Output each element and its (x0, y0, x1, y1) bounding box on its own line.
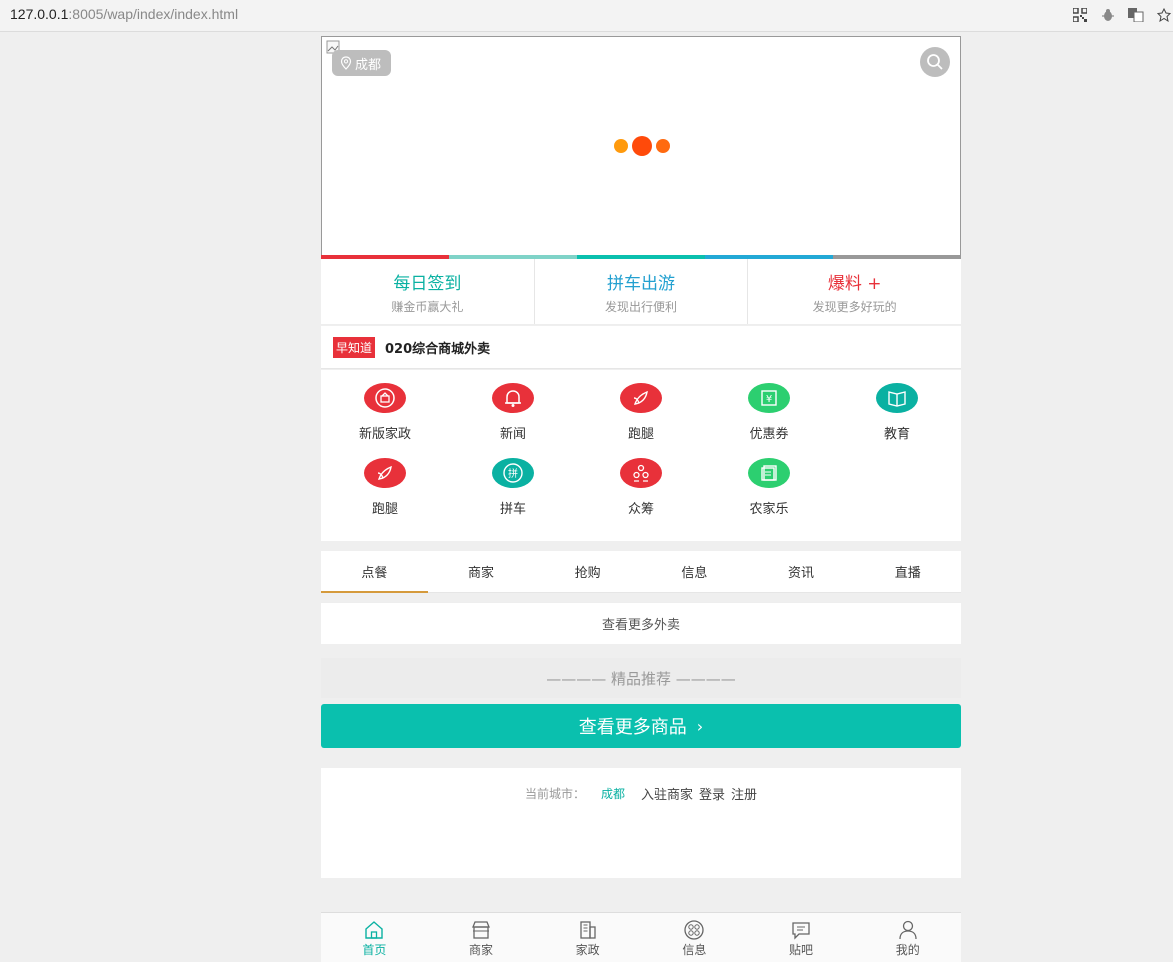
search-button[interactable] (920, 47, 950, 77)
shop-icon (472, 921, 490, 939)
grid-item-label: 优惠券 (749, 427, 789, 442)
grid-item-errand[interactable]: 跑腿 (577, 370, 705, 442)
grid-item-label: 众筹 (627, 502, 654, 517)
chat-icon (792, 922, 810, 940)
housekeeping-icon (364, 383, 406, 413)
nav-profile[interactable]: 我的 (854, 913, 961, 962)
current-city-link[interactable]: 成都 (601, 785, 625, 802)
loader-dot (632, 136, 652, 156)
url-field[interactable]: 127.0.0.1:8005/wap/index/index.html (10, 6, 238, 22)
nav-label: 贴吧 (789, 943, 814, 957)
coupon-icon: ¥ (748, 383, 790, 413)
leaf-icon (620, 383, 662, 413)
translate-icon[interactable] (1127, 6, 1145, 24)
grid-item-coupon[interactable]: ¥ 优惠券 (705, 370, 833, 442)
banner-slider[interactable]: 成都 (321, 36, 961, 256)
grid-item-label: 教育 (883, 427, 910, 442)
more-goods-label: 查看更多商品 (578, 717, 687, 738)
tab-news[interactable]: 资讯 (748, 551, 855, 592)
grid-item-label: 新闻 (499, 427, 526, 442)
quick-link-checkin[interactable]: 每日签到 赚金币赢大礼 (321, 259, 535, 324)
chevron-right-icon: › (696, 716, 704, 736)
book-icon (876, 383, 918, 413)
grid-item-label: 跑腿 (627, 427, 654, 442)
quick-link-subtitle: 赚金币赢大礼 (391, 299, 464, 314)
grid-item-label: 新版家政 (358, 427, 411, 442)
loader-dot (656, 139, 670, 153)
bell-icon (492, 383, 534, 413)
leaf-icon (364, 458, 406, 488)
tab-merchants[interactable]: 商家 (428, 551, 535, 592)
building-icon (580, 921, 596, 939)
footer-info: 当前城市： 成都 入驻商家 登录 注册 (321, 768, 961, 878)
svg-text:拼: 拼 (508, 467, 518, 480)
tab-flash-sale[interactable]: 抢购 (534, 551, 641, 592)
bottom-nav: 首页 商家 家政 信息 贴吧 我的 (321, 912, 961, 962)
current-city-label: 当前城市： (524, 787, 585, 801)
svg-text:¥: ¥ (766, 394, 772, 405)
tab-order-food[interactable]: 点餐 (321, 551, 428, 593)
city-selector[interactable]: 成都 (332, 50, 392, 76)
star-bookmark-icon[interactable] (1155, 6, 1173, 24)
quick-link-subtitle: 发现出行便利 (605, 299, 678, 314)
nav-info[interactable]: 信息 (641, 913, 748, 962)
grid-item-carpool[interactable]: 拼 拼车 (449, 445, 577, 517)
quick-links: 每日签到 赚金币赢大礼 拼车出游 发现出行便利 爆料 + 发现更多好玩的 (321, 259, 961, 325)
url-host: 127.0.0.1 (10, 6, 69, 22)
user-icon (899, 920, 917, 940)
nav-housekeeping[interactable]: 家政 (534, 913, 641, 962)
grid-item-news[interactable]: 新闻 (449, 370, 577, 442)
quick-link-report[interactable]: 爆料 + 发现更多好玩的 (748, 259, 961, 324)
grid-item-errand-2[interactable]: 跑腿 (321, 445, 449, 517)
location-pin-icon (340, 56, 352, 70)
home-icon (365, 921, 384, 939)
grid-item-education[interactable]: 教育 (833, 370, 961, 442)
news-ticker[interactable]: 早知道 020综合商城外卖 (321, 326, 961, 369)
farm-icon (748, 458, 790, 488)
quick-link-carpool[interactable]: 拼车出游 发现出行便利 (535, 259, 749, 324)
crowdfund-icon (620, 458, 662, 488)
recommend-heading: ———— 精品推荐 ———— (321, 658, 961, 698)
more-goods-button[interactable]: 查看更多商品 › (321, 704, 961, 748)
nav-label: 首页 (362, 943, 387, 957)
loader-dot (614, 139, 628, 153)
register-link[interactable]: 注册 (731, 784, 757, 803)
nav-label: 商家 (469, 943, 494, 957)
content-tabs: 点餐 商家 抢购 信息 资讯 直播 (321, 551, 961, 593)
quick-link-title: 爆料 + (827, 273, 882, 294)
carpool-icon: 拼 (492, 458, 534, 488)
loading-indicator (614, 136, 670, 156)
grid-item-crowdfund[interactable]: 众筹 (577, 445, 705, 517)
tab-info[interactable]: 信息 (641, 551, 748, 592)
qr-code-icon[interactable] (1071, 6, 1089, 24)
nav-label: 我的 (895, 943, 920, 957)
nav-label: 家政 (575, 943, 600, 957)
info-icon (684, 920, 704, 940)
mobile-page: 成都 每日签到 赚金币赢大礼 拼车出游 发现出行便利 爆料 + 发现更多好玩的 … (321, 36, 961, 962)
grid-item-housekeeping-new[interactable]: 新版家政 (321, 370, 449, 442)
quick-link-title: 每日签到 (393, 273, 462, 294)
more-takeout-link[interactable]: 查看更多外卖 (321, 602, 961, 644)
grid-item-label: 跑腿 (371, 502, 398, 517)
login-link[interactable]: 登录 (699, 784, 725, 803)
nav-forum[interactable]: 贴吧 (748, 913, 855, 962)
bug-icon[interactable] (1099, 6, 1117, 24)
grid-item-farm[interactable]: 农家乐 (705, 445, 833, 517)
grid-item-label: 农家乐 (749, 502, 789, 517)
quick-link-subtitle: 发现更多好玩的 (812, 299, 897, 314)
join-merchant-link[interactable]: 入驻商家 (641, 784, 693, 803)
news-headline[interactable]: 020综合商城外卖 (385, 338, 490, 357)
nav-home[interactable]: 首页 (321, 913, 428, 962)
search-icon (927, 54, 943, 70)
tab-live[interactable]: 直播 (854, 551, 961, 592)
url-path: :8005/wap/index/index.html (68, 6, 239, 22)
quick-link-title: 拼车出游 (607, 273, 675, 294)
news-tag-badge: 早知道 (333, 336, 376, 358)
grid-item-label: 拼车 (499, 502, 526, 517)
city-name: 成都 (355, 57, 382, 73)
nav-label: 信息 (682, 943, 707, 957)
category-grid: 新版家政 新闻 跑腿 ¥ 优惠券 教育 跑腿 拼 拼车 众筹 农家乐 (321, 370, 961, 541)
browser-address-bar: 127.0.0.1:8005/wap/index/index.html (0, 0, 1173, 32)
nav-shop[interactable]: 商家 (428, 913, 535, 962)
